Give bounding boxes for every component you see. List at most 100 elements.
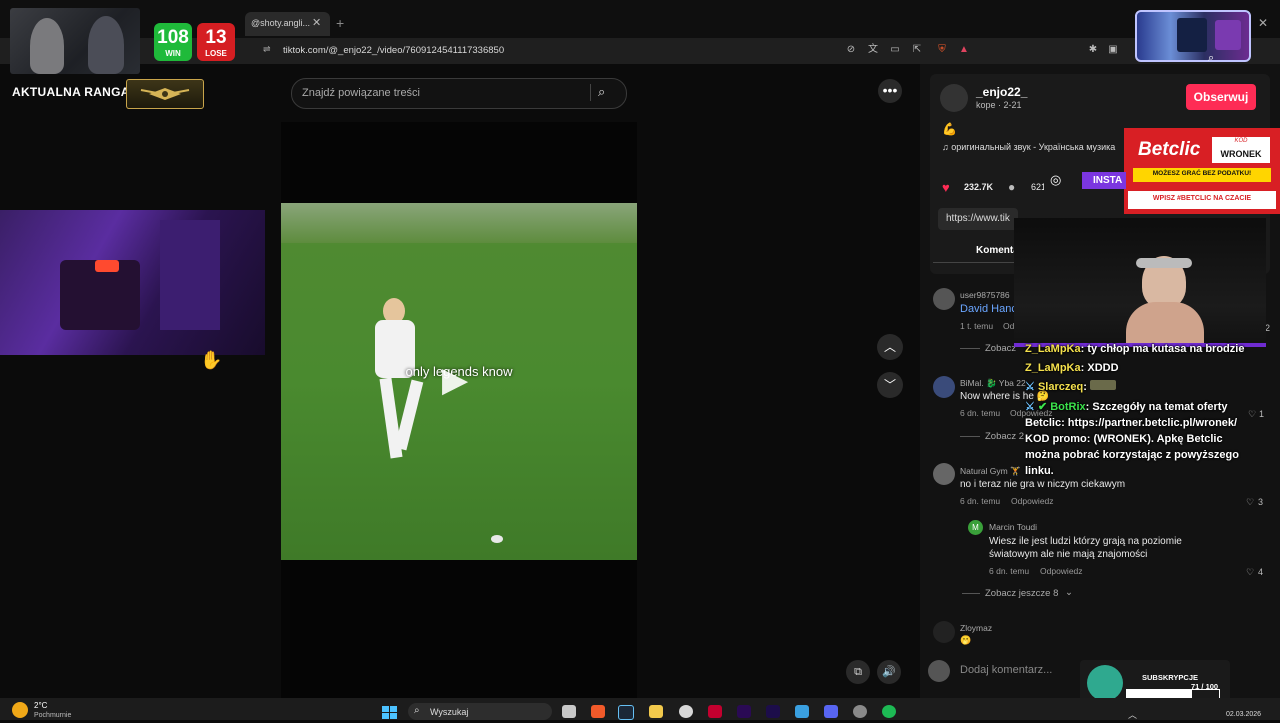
url-field[interactable]: tiktok.com/@_enjo22_/video/7609124541117… — [283, 45, 504, 56]
chat-message: Z_LaMpKa: ty chłop ma kutasa na brodzie — [1025, 343, 1245, 355]
chevron-down-icon[interactable]: ⌄ — [1065, 587, 1073, 598]
follow-button[interactable]: Obserwuj — [1186, 84, 1256, 110]
msi-icon[interactable] — [708, 705, 722, 718]
steam-icon[interactable] — [618, 705, 634, 720]
comment-time: 6 dn. temu — [960, 408, 1001, 418]
site-info-icon[interactable]: ⇌ — [263, 44, 271, 55]
weather-icon[interactable] — [12, 702, 28, 718]
chat-user: BotRix — [1050, 401, 1086, 413]
comment-user[interactable]: user9875786 — [960, 290, 1010, 300]
new-tab-button[interactable]: + — [336, 15, 344, 31]
comment-like-count[interactable]: 3 — [1258, 497, 1263, 507]
webcam-hosts — [10, 8, 140, 74]
clock-date[interactable]: 02.03.2026 — [1226, 711, 1261, 718]
betclic-logo: Betclic — [1138, 139, 1201, 160]
play-icon[interactable]: ▶ — [442, 360, 468, 400]
rank-badge-icon — [126, 79, 204, 109]
instagram-label: INSTA — [1082, 172, 1126, 189]
settings-gear-icon[interactable] — [853, 705, 867, 718]
comment-user[interactable]: Natural Gym 🏋 — [960, 466, 1021, 477]
lose-count: 13 — [205, 27, 227, 48]
view-replies-button[interactable]: Zobacz — [985, 343, 1016, 354]
task-view-icon[interactable] — [562, 705, 576, 718]
view-more-replies-button[interactable]: Zobacz jeszcze 8 — [985, 588, 1058, 599]
author-avatar[interactable] — [940, 84, 968, 112]
comment-avatar[interactable] — [933, 621, 955, 643]
search-icon[interactable]: ⌕ — [414, 705, 420, 716]
file-explorer-icon[interactable] — [649, 705, 663, 718]
search-icon[interactable]: ⌕ — [598, 84, 605, 100]
comment-user[interactable]: Zloymaz — [960, 623, 992, 633]
comment-like-count[interactable]: 1 — [1259, 409, 1264, 419]
chat-user: Z_LaMpKa — [1025, 362, 1081, 374]
webcam-room — [0, 210, 265, 355]
taskbar — [0, 698, 1280, 720]
chat-user: Z_LaMpKa — [1025, 343, 1081, 355]
author-subtitle: kope · 2-21 — [976, 100, 1022, 110]
sidebar-icon[interactable]: ▣ — [1106, 43, 1120, 57]
obs-icon[interactable] — [679, 705, 693, 718]
win-count: 108 — [157, 27, 189, 48]
comment-avatar[interactable] — [933, 463, 955, 485]
heart-icon[interactable]: ♥ — [942, 180, 950, 195]
comment-like-count[interactable]: 4 — [1258, 567, 1263, 577]
view-replies-button[interactable]: Zobacz 2 — [985, 431, 1024, 442]
author-name[interactable]: _enjo22_ — [976, 85, 1027, 99]
replies-line — [962, 593, 980, 594]
search-input[interactable]: Znajdź powiązane treści — [302, 87, 420, 99]
brave-icon[interactable] — [591, 705, 605, 718]
windows-start-icon[interactable] — [382, 706, 398, 720]
stream-thumbnail-overlay — [1135, 10, 1251, 62]
tab-comments[interactable]: Komenta — [976, 245, 1019, 256]
screen-icon[interactable]: ▭ — [888, 43, 902, 57]
window-close-button[interactable]: ✕ — [1258, 16, 1268, 30]
spotify-icon[interactable] — [882, 705, 896, 718]
reply-button[interactable]: Odpowiedz — [1040, 566, 1083, 576]
reply-button[interactable]: Odpowiedz — [1011, 496, 1054, 506]
previous-video-button[interactable]: ︿ — [877, 334, 903, 360]
tab-title[interactable]: @shoty.angli... — [251, 18, 311, 28]
comment-avatar[interactable] — [933, 376, 955, 398]
like-count: 232.7K — [964, 182, 994, 192]
replies-line — [960, 348, 980, 349]
brave-shield-icon[interactable]: ⛨ — [935, 43, 949, 57]
cursor-search-icon: ⌕ — [1208, 52, 1215, 64]
video-link[interactable]: https://www.tik — [946, 213, 1010, 224]
comment-input[interactable]: Dodaj komentarz... — [960, 664, 1052, 676]
rewards-icon[interactable]: ▲ — [957, 43, 971, 57]
taskbar-search-label[interactable]: Wyszukaj — [430, 707, 468, 717]
tray-chevron-up-icon[interactable]: ︿ — [1128, 708, 1137, 721]
block-icon[interactable]: ⊘ — [844, 43, 858, 57]
heart-outline-icon[interactable]: ♡ — [1246, 497, 1254, 508]
win-label: WIN — [165, 49, 181, 58]
music-label[interactable]: ♫ оригинальный звук - Українська музика — [942, 142, 1127, 152]
picture-in-picture-button[interactable]: ⧉ — [846, 660, 870, 684]
share-icon[interactable]: ⇱ — [910, 43, 924, 57]
more-options-button[interactable]: ••• — [878, 79, 902, 103]
weather-temp[interactable]: 2°C — [34, 701, 47, 710]
ad-tagline: MOŻESZ GRAĆ BEZ PODATKU! — [1152, 170, 1252, 177]
reply-user[interactable]: Marcin Toudi — [989, 522, 1037, 532]
host-1 — [30, 18, 64, 74]
comment-user[interactable]: BiMal. 🐉 Yba 22 — [960, 378, 1026, 389]
rank-label: AKTUALNA RANGA: — [12, 85, 135, 99]
discord-icon[interactable] — [824, 705, 838, 718]
tab-close-icon[interactable]: ✕ — [312, 16, 321, 29]
heart-outline-icon[interactable]: ♡ — [1246, 567, 1254, 578]
next-video-button[interactable]: ﹀ — [877, 372, 903, 398]
promo-code-label: KOD — [1234, 138, 1248, 144]
reply-avatar[interactable]: M — [968, 520, 983, 535]
photos-icon[interactable] — [795, 705, 809, 718]
reply-button[interactable]: Od — [1003, 321, 1014, 331]
weather-desc[interactable]: Pochmurnie — [34, 712, 71, 719]
after-effects-icon[interactable] — [766, 705, 780, 718]
premiere-icon[interactable] — [737, 705, 751, 718]
translate-icon[interactable]: 文 — [866, 43, 880, 57]
volume-button[interactable]: 🔊 — [877, 660, 901, 684]
music-title[interactable]: оригинальный звук - Українська музика — [951, 142, 1115, 152]
comment-avatar[interactable] — [933, 288, 955, 310]
extensions-icon[interactable]: ✱ — [1086, 43, 1100, 57]
chat-text: XDDD — [1087, 362, 1119, 374]
comment-icon[interactable]: ● — [1008, 180, 1015, 194]
reply-text: Wiesz ile jest ludzi którzy grają na poz… — [989, 536, 1182, 560]
